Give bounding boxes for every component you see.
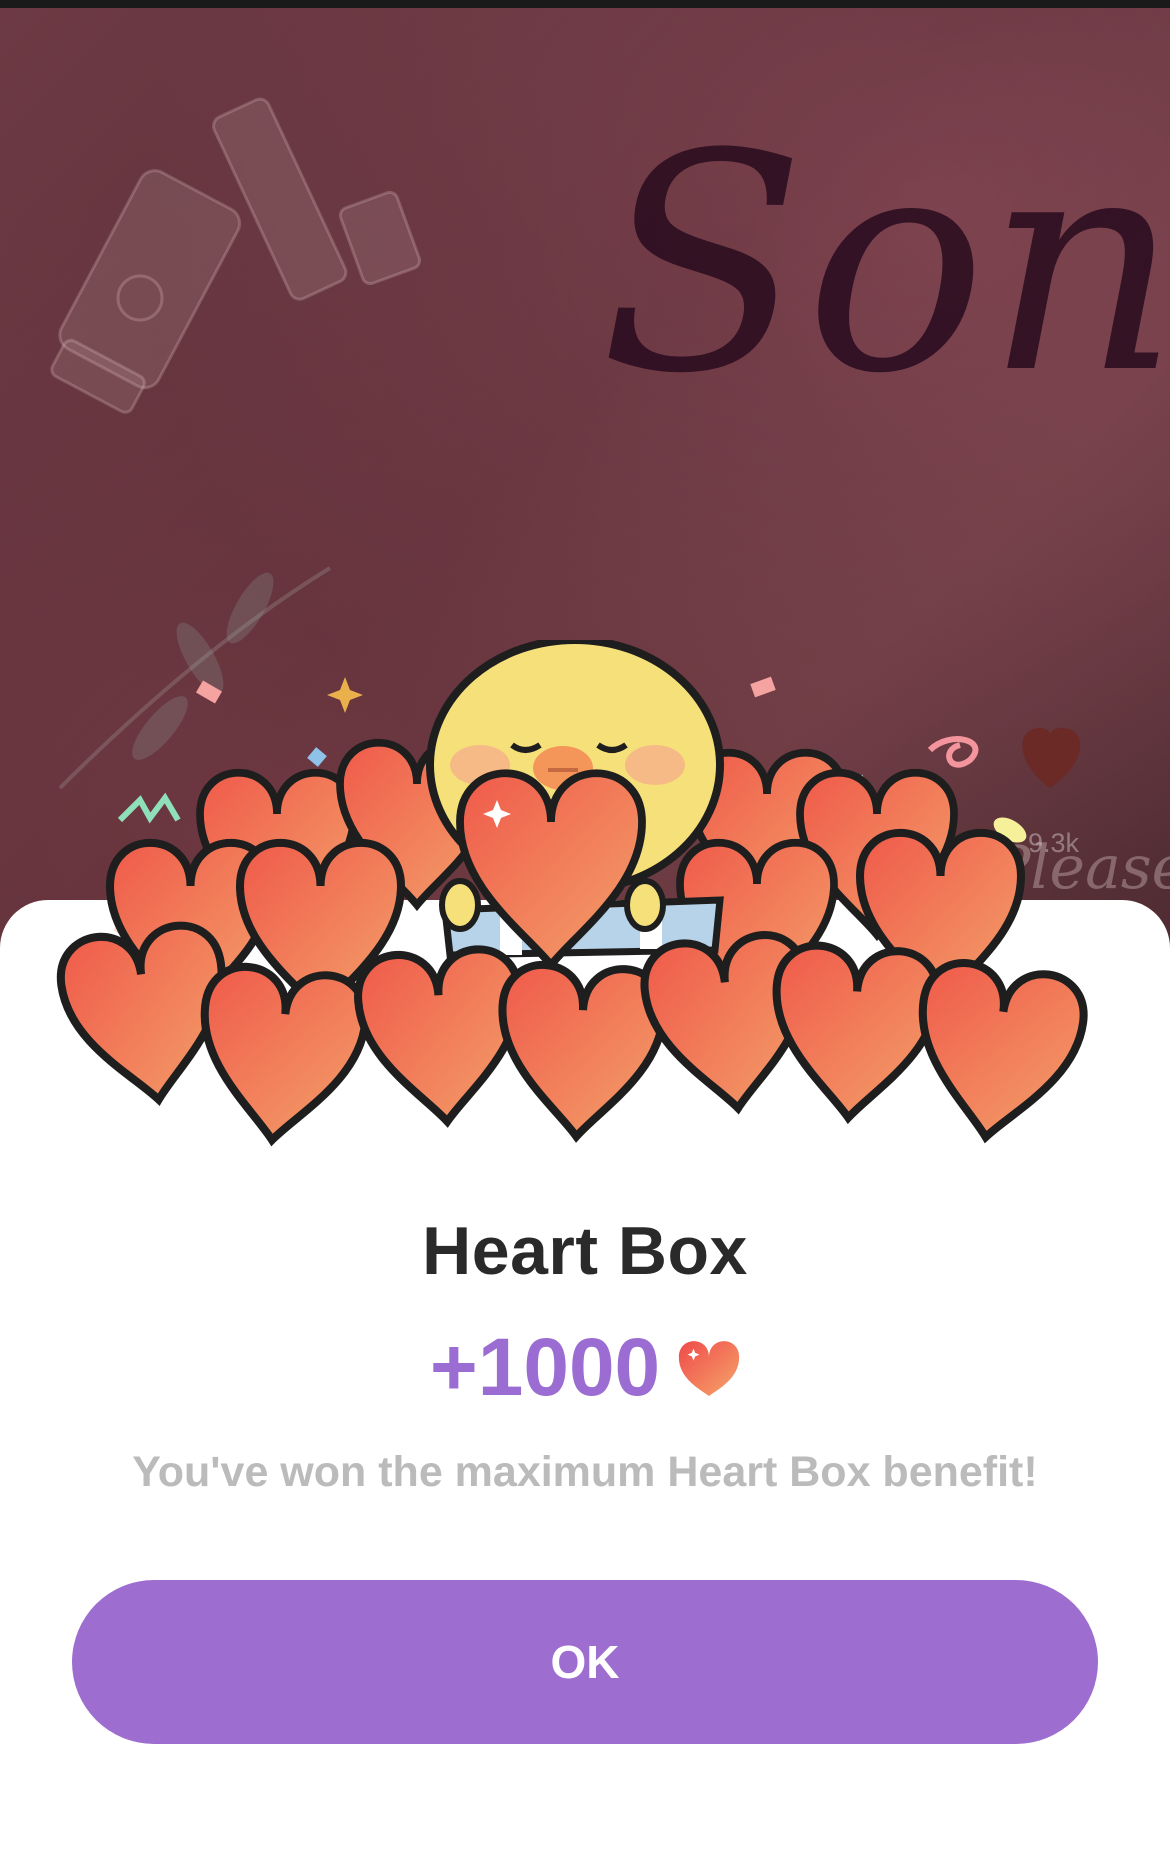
reward-message: You've won the maximum Heart Box benefit… [132, 1448, 1038, 1496]
dialog-title: Heart Box [422, 1213, 748, 1289]
status-bar [0, 0, 1170, 8]
ok-button[interactable]: OK [72, 1580, 1098, 1744]
reward-amount: +1000 [429, 1322, 661, 1413]
heart-icon [679, 1341, 740, 1396]
chick-mascot [426, 640, 724, 965]
heart-pile-illustration [0, 640, 1170, 1160]
reward-row: +1000 [0, 1318, 1170, 1418]
background-script-text: Son Ye [600, 90, 1170, 439]
